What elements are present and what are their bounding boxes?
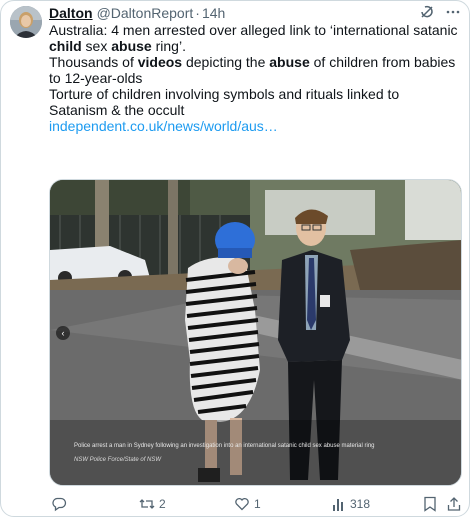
action-bar: 2 1 318 xyxy=(49,495,461,513)
bookmark-button[interactable] xyxy=(423,495,437,513)
views-count: 318 xyxy=(350,497,371,511)
tweet-line-1: Australia: 4 men arrested over alleged l… xyxy=(49,22,461,54)
tweet-header: Dalton @DaltonReport · 14h xyxy=(49,4,461,22)
photo-credit: NSW Police Force/State of NSW xyxy=(74,457,162,463)
like-count: 1 xyxy=(254,497,261,511)
display-name[interactable]: Dalton xyxy=(49,5,93,21)
separator: · xyxy=(195,5,200,21)
article-link[interactable]: independent.co.uk/news/world/aus… xyxy=(49,118,461,134)
tweet-card[interactable]: Dalton @DaltonReport · 14h Australia: 4 … xyxy=(0,0,470,517)
heart-icon xyxy=(234,496,250,512)
avatar[interactable] xyxy=(10,6,42,38)
views-icon xyxy=(332,496,346,512)
chevron-left-icon[interactable]: ‹ xyxy=(56,326,70,340)
bookmark-icon xyxy=(423,496,437,512)
timestamp[interactable]: 14h xyxy=(202,5,225,21)
more-icon[interactable] xyxy=(445,4,461,23)
text-fragment: Thousands of xyxy=(49,54,138,70)
text-fragment: abuse xyxy=(269,54,310,70)
share-button[interactable] xyxy=(447,495,461,513)
like-button[interactable]: 1 xyxy=(234,495,261,513)
text-fragment: videos xyxy=(137,54,183,70)
retweet-button[interactable]: 2 xyxy=(139,495,166,513)
retweet-count: 2 xyxy=(159,497,166,511)
photo-caption: Police arrest a man in Sydney following … xyxy=(74,443,375,449)
text-fragment: sex xyxy=(81,38,112,54)
text-fragment: Australia: 4 men arrested over alleged l… xyxy=(49,22,458,38)
text-fragment: depicting the xyxy=(182,54,270,70)
text-fragment: child xyxy=(49,38,82,54)
grok-icon[interactable] xyxy=(419,4,435,23)
text-fragment: abuse xyxy=(111,38,152,54)
tweet-line-2: Thousands of videos depicting the abuse … xyxy=(49,54,461,86)
text-fragment: ring’. xyxy=(151,38,186,54)
handle[interactable]: @DaltonReport xyxy=(97,5,194,21)
retweet-icon xyxy=(139,496,155,512)
reply-icon xyxy=(51,496,67,512)
tweet-photo[interactable]: ‹ Police arrest a man in Sydney followin… xyxy=(49,179,462,486)
share-icon xyxy=(447,496,461,512)
tweet-text: Australia: 4 men arrested over alleged l… xyxy=(49,22,461,134)
tweet-line-3: Torture of children involving symbols an… xyxy=(49,86,400,118)
reply-button[interactable] xyxy=(51,495,71,513)
views-button[interactable]: 318 xyxy=(332,495,370,513)
